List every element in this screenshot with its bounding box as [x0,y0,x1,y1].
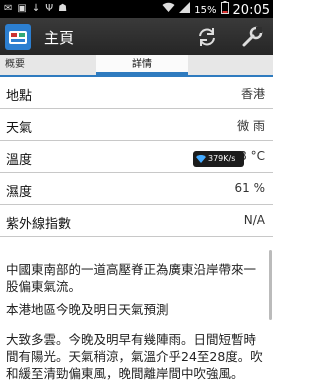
detail-row-uv-index: 紫外線指數 N/A [0,205,273,237]
detail-value: N/A [243,213,265,227]
signal-icon [179,2,191,18]
page-title: 主頁 [44,29,75,47]
wifi-icon [196,155,206,163]
detail-label: 溫度 [6,153,33,168]
usb-icon: Ψ [45,3,54,14]
notification-icons: ✉ ▣ ↓ Ψ ☗ [4,2,67,16]
battery-percent: 15% [194,4,217,16]
forecast-heading: 本港地區今晚及明日天氣預測 [6,302,169,317]
detail-label: 濕度 [6,185,33,200]
forecast-body: 大致多雲。今晚及明早有幾陣雨。日間短暫時間有陽光。天氣稍涼，氣溫介乎24至28度… [6,332,263,381]
network-speed: 379K/s [208,154,236,163]
message-icon: ✉ [4,3,13,14]
detail-row-weather: 天氣 微 雨 [0,109,273,141]
wrench-icon [242,26,263,47]
refresh-icon [199,28,215,46]
tab-details[interactable]: 詳情 [96,55,188,75]
detail-value: 61 % [234,181,266,195]
app-icon[interactable] [5,24,31,50]
action-bar: 主頁 [0,18,273,55]
tab-overview[interactable]: 概要 [5,55,105,75]
detail-label: 地點 [6,89,33,104]
detail-value: 香港 [240,87,265,101]
scrollbar[interactable] [269,250,272,320]
refresh-button[interactable] [195,25,219,49]
download-icon: ↓ [31,3,41,14]
status-bar: ✉ ▣ ↓ Ψ ☗ 15% 20:05 [0,0,273,18]
detail-row-humidity: 濕度 61 % [0,173,273,205]
battery-icon [220,1,229,19]
detail-value: 微 雨 [237,119,265,133]
detail-row-location: 地點 香港 [0,77,273,109]
tab-bar: 概要 詳情 [0,55,273,77]
android-icon: ☗ [58,3,68,14]
detail-label: 紫外線指數 [6,217,72,232]
settings-button[interactable] [240,25,264,49]
sd-card-icon: ▣ [17,3,27,14]
system-icons: 15% 20:05 [162,1,270,19]
detail-label: 天氣 [6,121,33,136]
forecast-summary: 中國東南部的一道高壓脊正為廣東沿岸帶來一股偏東氣流。 [6,262,257,294]
app-logo-icon [9,31,27,44]
network-speed-overlay[interactable]: 379K/s [193,151,244,167]
wifi-icon [162,2,175,18]
clock: 20:05 [232,2,270,18]
